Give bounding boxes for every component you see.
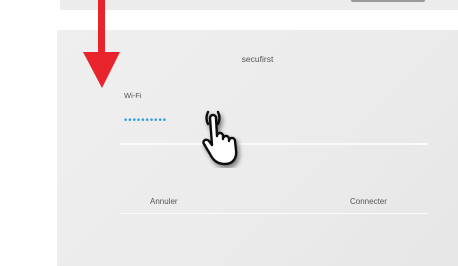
- screen: secufirst Wi-Fi •••••••••• Annuler Conne…: [0, 0, 458, 266]
- down-arrow-icon: [83, 0, 120, 88]
- tap-hand-icon: [202, 110, 238, 166]
- cancel-button[interactable]: Annuler: [150, 197, 178, 206]
- previous-panel-button[interactable]: [351, 0, 425, 2]
- password-field-underline: [120, 143, 428, 145]
- password-field-label: Wi-Fi: [124, 91, 142, 100]
- connect-button[interactable]: Connecter: [350, 197, 387, 206]
- password-input[interactable]: ••••••••••: [123, 117, 166, 126]
- buttons-divider: [120, 213, 428, 214]
